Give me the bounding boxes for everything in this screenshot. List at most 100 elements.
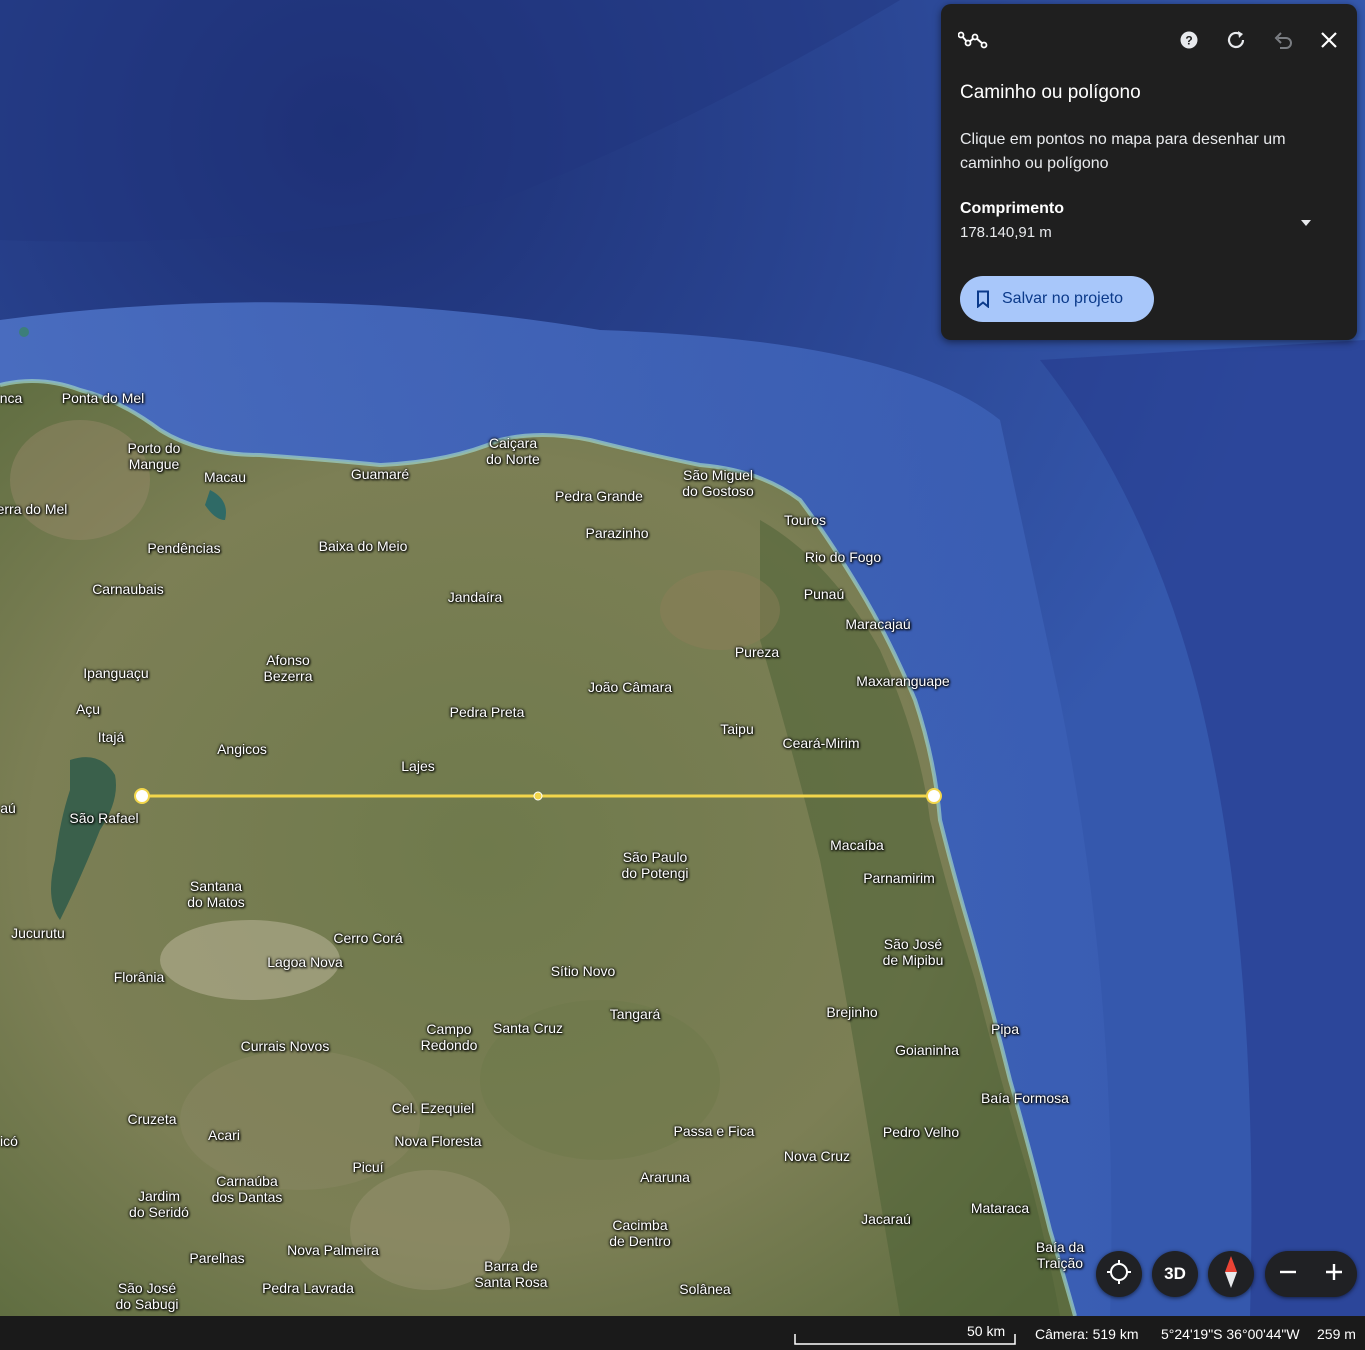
place-label: Macau: [203, 469, 247, 485]
place-label: Macaíba: [830, 837, 884, 853]
place-label: Nova Cruz: [783, 1148, 851, 1164]
toggle-3d-button[interactable]: 3D: [1152, 1251, 1198, 1297]
place-label: Afonso Bezerra: [263, 652, 313, 684]
place-label: Pedra Preta: [449, 704, 525, 720]
place-label: Maxaranguape: [856, 673, 950, 689]
cursor-elevation: 259 m: [1317, 1326, 1356, 1342]
place-label: Picuí: [352, 1159, 384, 1175]
place-label: Parnamirim: [863, 870, 935, 886]
place-label: São José de Mipibu: [882, 936, 944, 968]
place-label: Punaú: [803, 586, 845, 602]
panel-description: Clique em pontos no mapa para desenhar u…: [960, 131, 1286, 172]
place-label: Nova Palmeira: [287, 1242, 379, 1258]
place-label: Guamaré: [350, 466, 410, 482]
place-label: Campo Redondo: [420, 1021, 478, 1053]
place-label: Rio do Fogo: [804, 549, 882, 565]
scale-label: 50 km: [967, 1323, 1006, 1339]
place-label: Goianinha: [895, 1042, 959, 1058]
place-label: Baía Formosa: [981, 1090, 1069, 1106]
path-midpoint-handle[interactable]: [533, 791, 543, 801]
place-label: Angicos: [217, 741, 267, 757]
my-location-icon: [1106, 1259, 1132, 1290]
place-label: Solânea: [679, 1281, 731, 1297]
help-icon[interactable]: ?: [1173, 24, 1205, 56]
close-icon[interactable]: [1313, 24, 1345, 56]
place-label: Taipu: [720, 721, 754, 737]
place-label: Pureza: [734, 644, 780, 660]
my-location-button[interactable]: [1096, 1251, 1142, 1297]
place-label: Touros: [783, 512, 827, 528]
path-end-point[interactable]: [926, 788, 942, 804]
place-label: Itajá: [97, 729, 125, 745]
place-label: Jardim do Seridó: [129, 1188, 189, 1220]
place-label: Pedra Lavrada: [262, 1280, 354, 1296]
place-label: Pipa: [990, 1021, 1020, 1037]
place-label: Porto do Mangue: [127, 440, 181, 472]
place-label: Currais Novos: [240, 1038, 330, 1054]
toggle-3d-label: 3D: [1164, 1264, 1186, 1283]
place-label: Jandaíra: [447, 589, 503, 605]
place-label: Sítio Novo: [550, 963, 616, 979]
place-label: Nova Floresta: [394, 1133, 482, 1149]
place-label: Maracajaú: [845, 616, 911, 632]
place-label: erra do Mel: [0, 501, 68, 517]
place-label: Lagoa Nova: [267, 954, 343, 970]
place-label: Brejinho: [826, 1004, 878, 1020]
place-label: Pendências: [147, 540, 221, 556]
place-label: Cel. Ezequiel: [391, 1100, 475, 1116]
place-label: Ponta do Mel: [61, 390, 145, 406]
zoom-out-icon[interactable]: [1278, 1262, 1298, 1287]
place-label: Santana do Matos: [187, 878, 245, 910]
zoom-in-icon[interactable]: [1324, 1262, 1344, 1287]
place-label: Pedro Velho: [882, 1124, 960, 1140]
place-label: São José do Sabugi: [115, 1280, 179, 1312]
place-label: Acari: [208, 1127, 240, 1143]
place-label: São Paulo do Potengi: [621, 849, 689, 881]
place-label: Barra de Santa Rosa: [474, 1258, 548, 1290]
place-label: Caiçara do Norte: [486, 435, 540, 467]
length-value: 178.140,91 m: [960, 224, 1052, 241]
place-label: Cacimba de Dentro: [609, 1217, 671, 1249]
place-label: João Câmara: [587, 679, 673, 695]
save-to-project-button[interactable]: Salvar no projeto: [960, 276, 1154, 322]
place-label: Araruna: [640, 1169, 690, 1185]
place-label: São Rafael: [69, 810, 139, 826]
place-label: Pedra Grande: [555, 488, 643, 504]
place-label: Baixa do Meio: [318, 538, 408, 554]
place-label: Carnaubais: [92, 581, 164, 597]
place-label: Açu: [75, 701, 101, 717]
place-label: Passa e Fica: [673, 1123, 755, 1139]
place-label: Jucurutu: [11, 925, 65, 941]
bookmark-icon: [976, 290, 990, 308]
place-label: aú: [0, 800, 16, 816]
place-label: Parelhas: [189, 1250, 245, 1266]
svg-text:?: ?: [1185, 34, 1192, 48]
place-label: São Miguel do Gostoso: [682, 467, 754, 499]
save-to-project-label: Salvar no projeto: [1002, 290, 1123, 307]
measure-panel: ? Caminho ou polígono Clique em pontos n…: [941, 4, 1357, 340]
undo-icon[interactable]: [1267, 24, 1299, 56]
place-label: Mataraca: [970, 1200, 1030, 1216]
compass-icon: [1223, 1255, 1239, 1294]
panel-title: Caminho ou polígono: [960, 82, 1141, 103]
path-measure-icon: [957, 24, 989, 56]
length-label: Comprimento: [960, 200, 1064, 217]
place-label: icó: [0, 1133, 18, 1149]
path-start-point[interactable]: [134, 788, 150, 804]
place-label: Baía da Traição: [1035, 1239, 1085, 1271]
chevron-down-icon[interactable]: [1293, 210, 1319, 236]
place-label: Carnaúba dos Dantas: [211, 1173, 283, 1205]
place-label: Ceará-Mirim: [782, 735, 860, 751]
place-label: Lajes: [401, 758, 435, 774]
refresh-icon[interactable]: [1220, 24, 1252, 56]
compass-button[interactable]: [1208, 1251, 1254, 1297]
place-label: Jacaraú: [861, 1211, 911, 1227]
place-label: Cerro Corá: [333, 930, 403, 946]
place-label: nca: [0, 390, 23, 406]
status-bar: 50 km Câmera: 519 km 5°24'19"S 36°00'44"…: [0, 1316, 1365, 1350]
place-label: Ipanguaçu: [83, 665, 149, 681]
place-label: Parazinho: [585, 525, 649, 541]
zoom-controls: [1265, 1251, 1357, 1297]
place-label: Tangará: [609, 1006, 661, 1022]
place-label: Santa Cruz: [492, 1020, 564, 1036]
